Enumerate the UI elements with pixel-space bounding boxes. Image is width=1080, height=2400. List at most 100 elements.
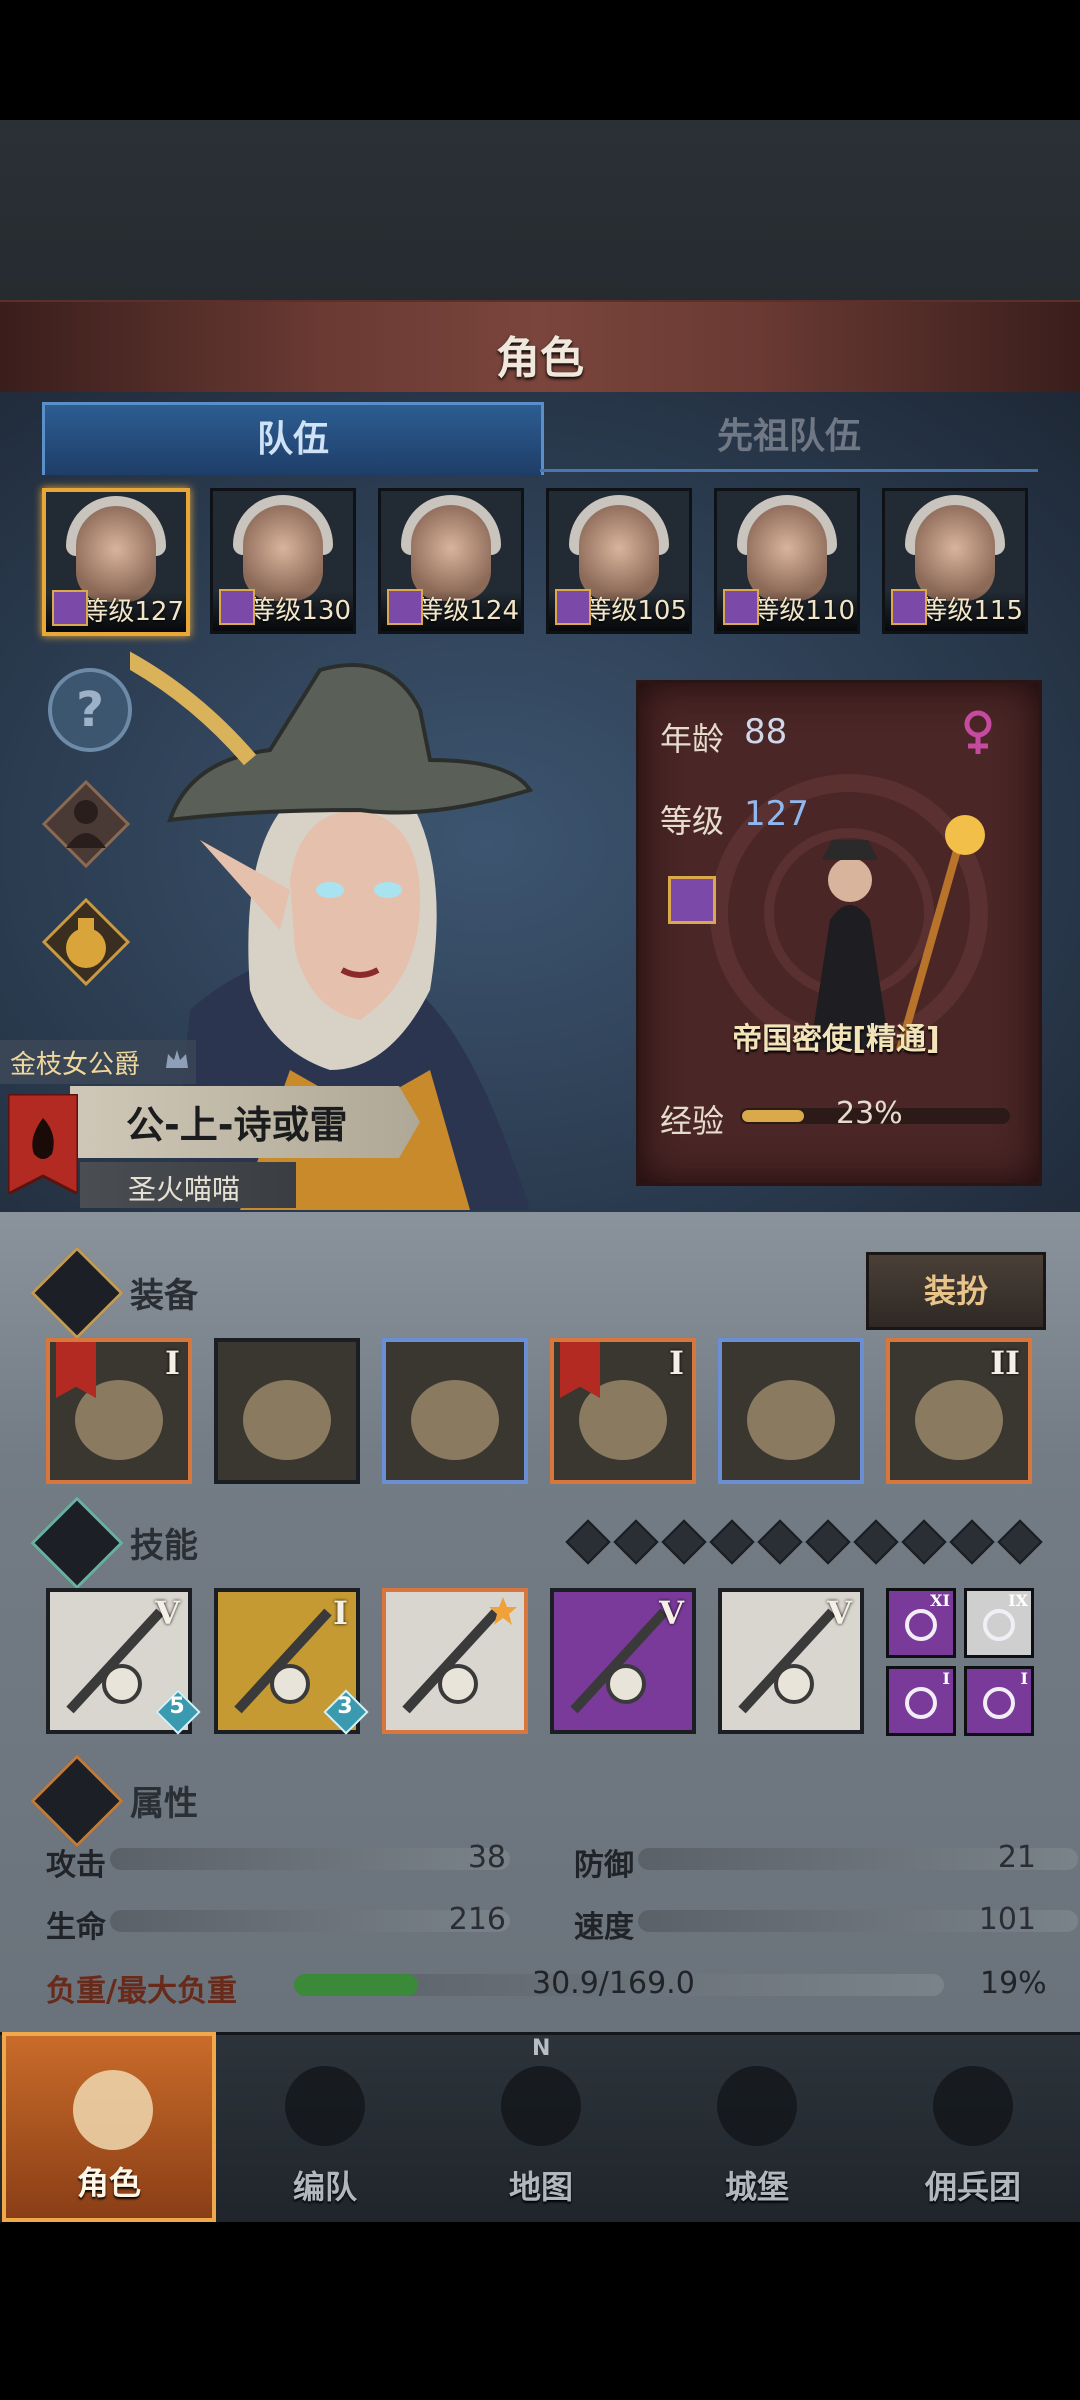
character-name-block: 金枝女公爵 公-上-诗或雷 圣火喵喵 <box>0 1040 420 1210</box>
member-portrait <box>76 506 156 602</box>
age-value: 88 <box>744 712 788 752</box>
skill-level-badge: 5 <box>169 1694 185 1719</box>
nav-knight[interactable]: 角色 <box>2 2032 216 2222</box>
panel-door-icon <box>218 1342 356 1480</box>
class-wand-icon <box>668 876 716 924</box>
top-background <box>0 120 1080 300</box>
passive-skill-2[interactable]: IX <box>964 1588 1034 1658</box>
class-icon <box>555 589 591 625</box>
nav-label: 城堡 <box>724 2168 789 2206</box>
member-portrait <box>579 505 659 601</box>
boots-icon <box>722 1342 860 1480</box>
equipment-slot-3[interactable] <box>382 1338 528 1484</box>
help-icon[interactable]: ? <box>44 664 136 756</box>
formation-helmet-icon <box>285 2066 365 2146</box>
tab-ancestor-team[interactable]: 先祖队伍 <box>540 402 1038 472</box>
silhouette-icon[interactable] <box>40 778 132 870</box>
attribute-value: 216 <box>448 1902 506 1937</box>
member-level: 等级115 <box>921 596 1023 626</box>
status-bar <box>0 0 1080 120</box>
castle-icon <box>717 2066 797 2146</box>
equipment-slot-6[interactable]: II <box>886 1338 1032 1484</box>
equipment-slot-1[interactable]: I <box>46 1338 192 1484</box>
attributes-header: 属性 <box>30 1754 1050 1848</box>
team-member-1[interactable]: 等级127 <box>42 488 190 636</box>
rank-numeral: I <box>942 1669 950 1688</box>
passive-skill-4[interactable]: I <box>964 1666 1034 1736</box>
level-label: 等级 <box>660 802 725 840</box>
rank-numeral: I <box>165 1344 180 1382</box>
equipment-slot-2[interactable] <box>214 1338 360 1484</box>
equipment-label: 装备 <box>130 1276 198 1316</box>
hood-icon <box>386 1342 524 1480</box>
rank-numeral: I <box>333 1594 348 1632</box>
member-level: 等级130 <box>249 596 351 626</box>
dress-up-button[interactable]: 装扮 <box>866 1252 1046 1330</box>
nav-label: 地图 <box>508 2168 573 2206</box>
rank-numeral: IX <box>1008 1591 1028 1610</box>
attribute-label: 防御 <box>574 1848 634 1883</box>
skill-slot-1[interactable]: V5 <box>46 1588 201 1735</box>
page-title: 角色 <box>496 333 584 384</box>
system-navigation-area <box>0 2222 1080 2400</box>
exp-bar-fill <box>742 1110 804 1122</box>
nav-mercenary-banner[interactable]: 佣兵团 <box>866 2032 1080 2222</box>
team-member-5[interactable]: 等级110 <box>714 488 860 634</box>
rank-numeral: V <box>659 1594 684 1632</box>
age-label: 年龄 <box>660 720 725 758</box>
class-icon <box>219 589 255 625</box>
load-label: 负重/最大负重 <box>46 1974 237 2009</box>
skill-level-badge: 3 <box>337 1694 353 1719</box>
attributes-label: 属性 <box>130 1784 198 1824</box>
passive-skill-3[interactable]: I <box>886 1666 956 1736</box>
skills-label: 技能 <box>130 1526 198 1566</box>
team-member-3[interactable]: 等级124 <box>378 488 524 634</box>
team-member-2[interactable]: 等级130 <box>210 488 356 634</box>
member-level: 等级127 <box>82 597 184 627</box>
load-percent: 19% <box>980 1966 1047 2001</box>
attribute-label: 生命 <box>46 1910 106 1945</box>
nav-label: 佣兵团 <box>924 2168 1021 2206</box>
class-name: 帝国密使[精通] <box>732 1022 940 1057</box>
title-banner: 角色 <box>0 300 1080 397</box>
member-portrait <box>747 505 827 601</box>
crown-icon <box>164 1046 190 1072</box>
load-value: 30.9/169.0 <box>532 1966 695 2001</box>
rank-numeral: XI <box>930 1591 950 1610</box>
rank-numeral: I <box>669 1344 684 1382</box>
skill-slot-4[interactable]: V <box>550 1588 696 1734</box>
team-member-4[interactable]: 等级105 <box>546 488 692 634</box>
compass-map-icon <box>501 2066 581 2146</box>
character-title: 金枝女公爵 <box>10 1050 141 1080</box>
equipment-slot-5[interactable] <box>718 1338 864 1484</box>
class-icon <box>387 589 423 625</box>
character-name: 公-上-诗或雷 <box>126 1103 348 1147</box>
team-member-6[interactable]: 等级115 <box>882 488 1028 634</box>
rank-numeral: I <box>1020 1669 1028 1688</box>
class-icon <box>891 589 927 625</box>
passive-skill-1[interactable]: XI <box>886 1588 956 1658</box>
potion-icon[interactable] <box>40 896 132 988</box>
rank-numeral: II <box>990 1344 1020 1382</box>
class-icon <box>723 589 759 625</box>
compass-north-label: N <box>532 2036 551 2061</box>
tab-team[interactable]: 队伍 <box>42 402 544 475</box>
nav-castle[interactable]: 城堡 <box>650 2032 864 2222</box>
knight-icon <box>73 2070 153 2150</box>
member-portrait <box>243 505 323 601</box>
skill-slot-5[interactable]: V <box>718 1588 864 1734</box>
member-portrait <box>411 505 491 601</box>
rank-numeral: V <box>827 1594 852 1632</box>
nav-formation-helmet[interactable]: 编队 <box>218 2032 432 2222</box>
skill-slot-3[interactable] <box>382 1588 528 1734</box>
skill-slot-2[interactable]: I3 <box>214 1588 369 1735</box>
mercenary-banner-icon <box>933 2066 1013 2146</box>
skills-header: 技能 <box>30 1496 1050 1590</box>
attribute-value: 101 <box>978 1902 1036 1937</box>
class-icon <box>52 590 88 626</box>
member-portrait <box>915 505 995 601</box>
star-icon <box>488 1596 518 1626</box>
member-level: 等级105 <box>585 596 687 626</box>
member-level: 等级110 <box>753 596 855 626</box>
equipment-slot-4[interactable]: I <box>550 1338 696 1484</box>
